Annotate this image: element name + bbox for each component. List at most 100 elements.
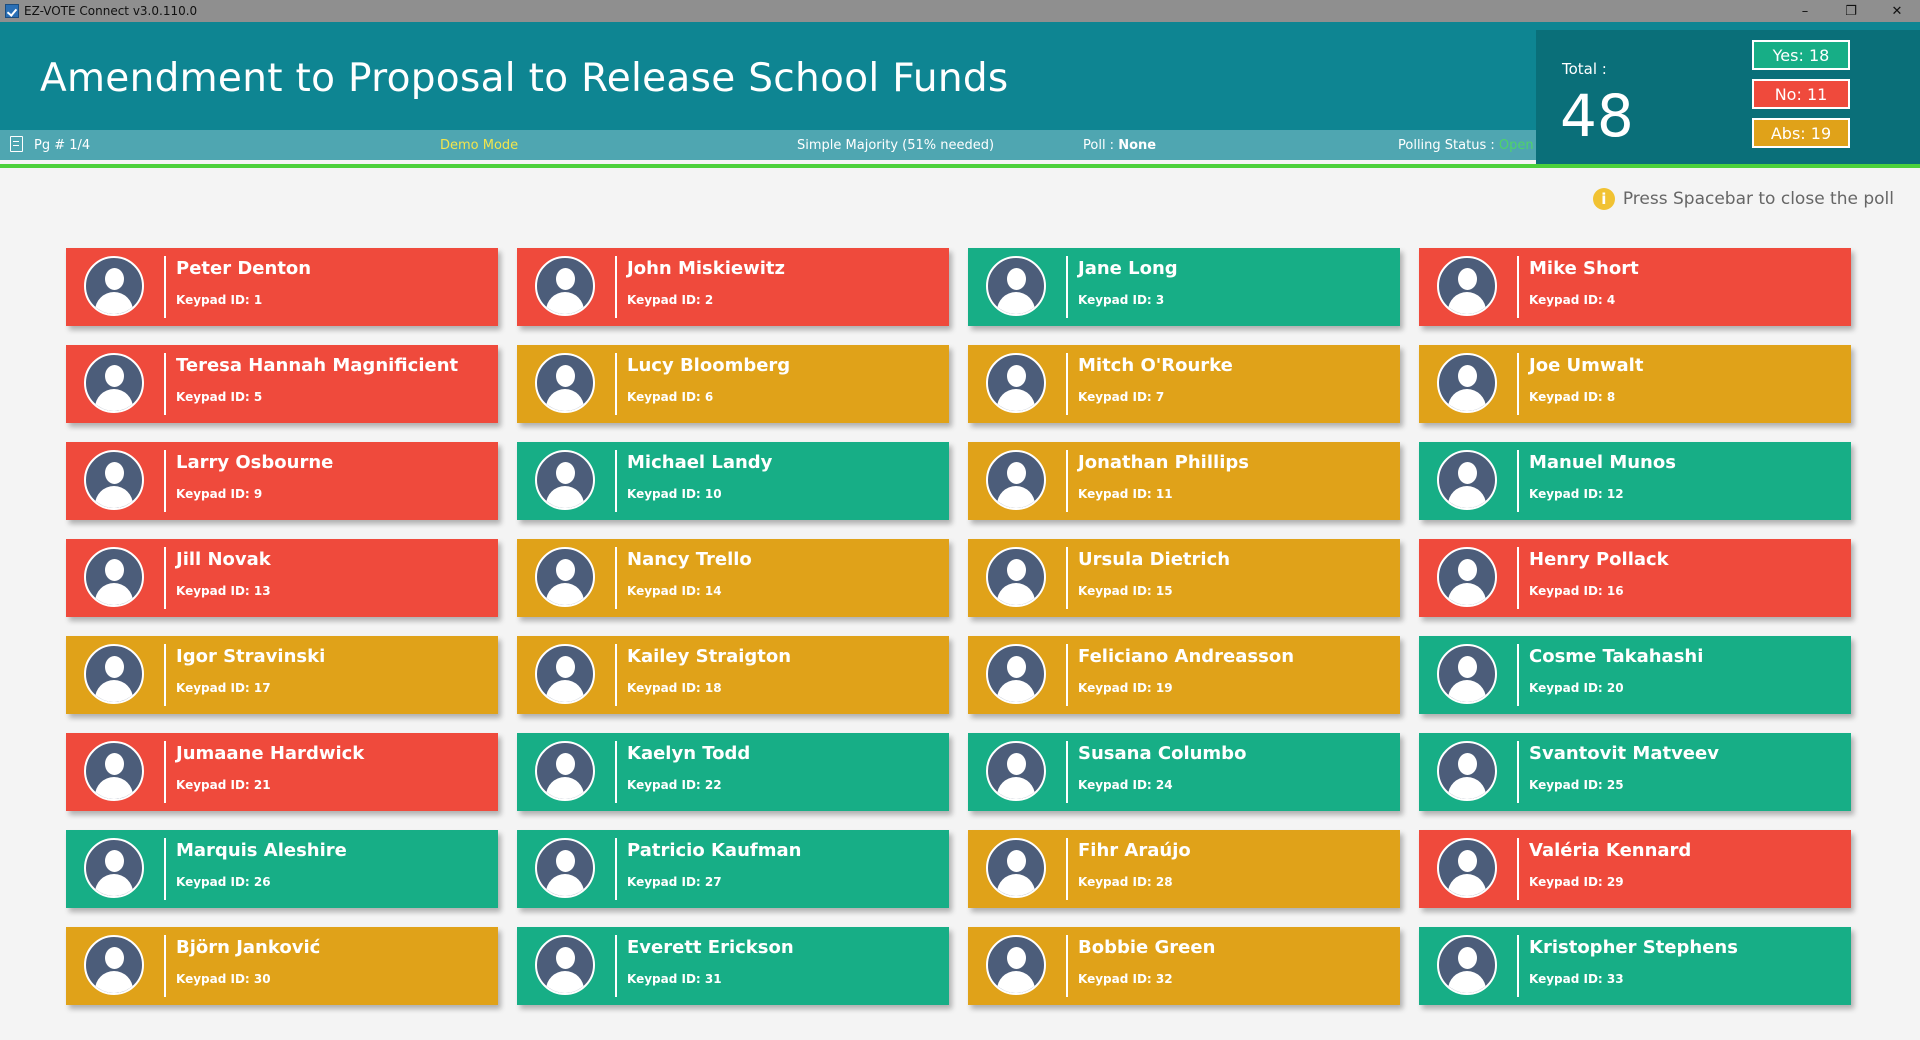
spacebar-hint: i Press Spacebar to close the poll — [1592, 188, 1894, 210]
voter-card[interactable]: Nancy Trello Keypad ID: 14 — [517, 539, 949, 617]
voter-name: Patricio Kaufman — [627, 840, 802, 861]
voter-card[interactable]: Jumaane Hardwick Keypad ID: 21 — [66, 733, 498, 811]
voter-card[interactable]: Mike Short Keypad ID: 4 — [1419, 248, 1851, 326]
page-icon — [10, 136, 23, 152]
voter-name: Kaelyn Todd — [627, 743, 751, 764]
card-divider — [164, 741, 166, 803]
voter-keypad-id: Keypad ID: 28 — [1078, 875, 1173, 889]
voter-card[interactable]: Björn Janković Keypad ID: 30 — [66, 927, 498, 1005]
voter-card[interactable]: Svantovit Matveev Keypad ID: 25 — [1419, 733, 1851, 811]
avatar-icon — [1437, 838, 1497, 898]
voter-keypad-id: Keypad ID: 17 — [176, 681, 271, 695]
card-divider — [615, 741, 617, 803]
card-divider — [1066, 644, 1068, 706]
voter-card[interactable]: Joe Umwalt Keypad ID: 8 — [1419, 345, 1851, 423]
voter-card[interactable]: Patricio Kaufman Keypad ID: 27 — [517, 830, 949, 908]
voter-keypad-id: Keypad ID: 3 — [1078, 293, 1165, 307]
voter-keypad-id: Keypad ID: 15 — [1078, 584, 1173, 598]
voter-name: Peter Denton — [176, 258, 312, 279]
card-divider — [615, 644, 617, 706]
avatar-icon — [535, 838, 595, 898]
voter-keypad-id: Keypad ID: 18 — [627, 681, 722, 695]
voter-card[interactable]: Kaelyn Todd Keypad ID: 22 — [517, 733, 949, 811]
polling-status: Polling Status : Open — [1398, 138, 1534, 153]
voter-name: Nancy Trello — [627, 549, 752, 570]
voter-name: Svantovit Matveev — [1529, 743, 1719, 764]
voter-name: Jumaane Hardwick — [176, 743, 365, 764]
voter-card[interactable]: Fihr Araújo Keypad ID: 28 — [968, 830, 1400, 908]
card-divider — [615, 838, 617, 900]
voter-card[interactable]: Jill Novak Keypad ID: 13 — [66, 539, 498, 617]
avatar-icon — [986, 450, 1046, 510]
voter-name: Mitch O'Rourke — [1078, 355, 1233, 376]
page-indicator: Pg # 1/4 — [34, 138, 91, 153]
card-divider — [1066, 450, 1068, 512]
totals-panel: Total : 48 Yes: 18 No: 11 Abs: 19 — [1536, 30, 1920, 164]
window-titlebar: EZ-VOTE Connect v3.0.110.0 – ❐ ✕ — [0, 0, 1920, 22]
header-accent-line — [0, 164, 1920, 168]
voter-card[interactable]: Bobbie Green Keypad ID: 32 — [968, 927, 1400, 1005]
voter-keypad-id: Keypad ID: 6 — [627, 390, 714, 404]
voter-card[interactable]: Lucy Bloomberg Keypad ID: 6 — [517, 345, 949, 423]
card-divider — [1066, 838, 1068, 900]
poll-label: Poll : — [1083, 138, 1115, 153]
voter-card[interactable]: Teresa Hannah Magnificient Keypad ID: 5 — [66, 345, 498, 423]
avatar-icon — [535, 353, 595, 413]
voter-card[interactable]: Igor Stravinski Keypad ID: 17 — [66, 636, 498, 714]
voter-keypad-id: Keypad ID: 27 — [627, 875, 722, 889]
card-divider — [1517, 935, 1519, 997]
avatar-icon — [986, 741, 1046, 801]
voter-card[interactable]: Everett Erickson Keypad ID: 31 — [517, 927, 949, 1005]
voter-card[interactable]: Kailey Straigton Keypad ID: 18 — [517, 636, 949, 714]
voter-keypad-id: Keypad ID: 9 — [176, 487, 263, 501]
voter-card[interactable]: Feliciano Andreasson Keypad ID: 19 — [968, 636, 1400, 714]
voter-name: Björn Janković — [176, 937, 321, 958]
avatar-icon — [986, 838, 1046, 898]
voter-card[interactable]: Cosme Takahashi Keypad ID: 20 — [1419, 636, 1851, 714]
header-title-area: Amendment to Proposal to Release School … — [0, 22, 1536, 132]
voter-card[interactable]: Susana Columbo Keypad ID: 24 — [968, 733, 1400, 811]
poll-value: None — [1118, 138, 1157, 153]
avatar-icon — [535, 935, 595, 995]
card-divider — [164, 935, 166, 997]
status-bar: Pg # 1/4 Demo Mode Simple Majority (51% … — [0, 130, 1536, 160]
close-button[interactable]: ✕ — [1874, 0, 1920, 22]
voter-card[interactable]: Marquis Aleshire Keypad ID: 26 — [66, 830, 498, 908]
avatar-icon — [84, 547, 144, 607]
card-divider — [164, 353, 166, 415]
voter-name: Jonathan Phillips — [1078, 452, 1249, 473]
voter-name: Fihr Araújo — [1078, 840, 1191, 861]
voter-card[interactable]: Larry Osbourne Keypad ID: 9 — [66, 442, 498, 520]
voter-card[interactable]: Manuel Munos Keypad ID: 12 — [1419, 442, 1851, 520]
voter-keypad-id: Keypad ID: 30 — [176, 972, 271, 986]
voter-card[interactable]: John Miskiewitz Keypad ID: 2 — [517, 248, 949, 326]
voter-card[interactable]: Valéria Kennard Keypad ID: 29 — [1419, 830, 1851, 908]
avatar-icon — [1437, 256, 1497, 316]
voter-name: Cosme Takahashi — [1529, 646, 1704, 667]
voter-card[interactable]: Ursula Dietrich Keypad ID: 15 — [968, 539, 1400, 617]
voter-card[interactable]: Kristopher Stephens Keypad ID: 33 — [1419, 927, 1851, 1005]
voter-keypad-id: Keypad ID: 21 — [176, 778, 271, 792]
poll-title: Amendment to Proposal to Release School … — [40, 56, 1009, 101]
voter-card[interactable]: Peter Denton Keypad ID: 1 — [66, 248, 498, 326]
avatar-icon — [535, 741, 595, 801]
voter-name: Teresa Hannah Magnificient — [176, 355, 459, 376]
voter-keypad-id: Keypad ID: 13 — [176, 584, 271, 598]
minimize-button[interactable]: – — [1782, 0, 1828, 22]
voter-name: Lucy Bloomberg — [627, 355, 791, 376]
voter-name: Marquis Aleshire — [176, 840, 347, 861]
voter-card[interactable]: Mitch O'Rourke Keypad ID: 7 — [968, 345, 1400, 423]
voter-card[interactable]: Jonathan Phillips Keypad ID: 11 — [968, 442, 1400, 520]
demo-mode-label: Demo Mode — [440, 138, 519, 153]
voter-name: Bobbie Green — [1078, 937, 1216, 958]
polling-status-label: Polling Status : — [1398, 138, 1495, 153]
voter-name: Manuel Munos — [1529, 452, 1676, 473]
restore-button[interactable]: ❐ — [1828, 0, 1874, 22]
total-label: Total : — [1562, 60, 1607, 78]
avatar-icon — [986, 256, 1046, 316]
voter-card[interactable]: Jane Long Keypad ID: 3 — [968, 248, 1400, 326]
voter-card[interactable]: Henry Pollack Keypad ID: 16 — [1419, 539, 1851, 617]
card-divider — [615, 353, 617, 415]
avatar-icon — [1437, 741, 1497, 801]
voter-card[interactable]: Michael Landy Keypad ID: 10 — [517, 442, 949, 520]
